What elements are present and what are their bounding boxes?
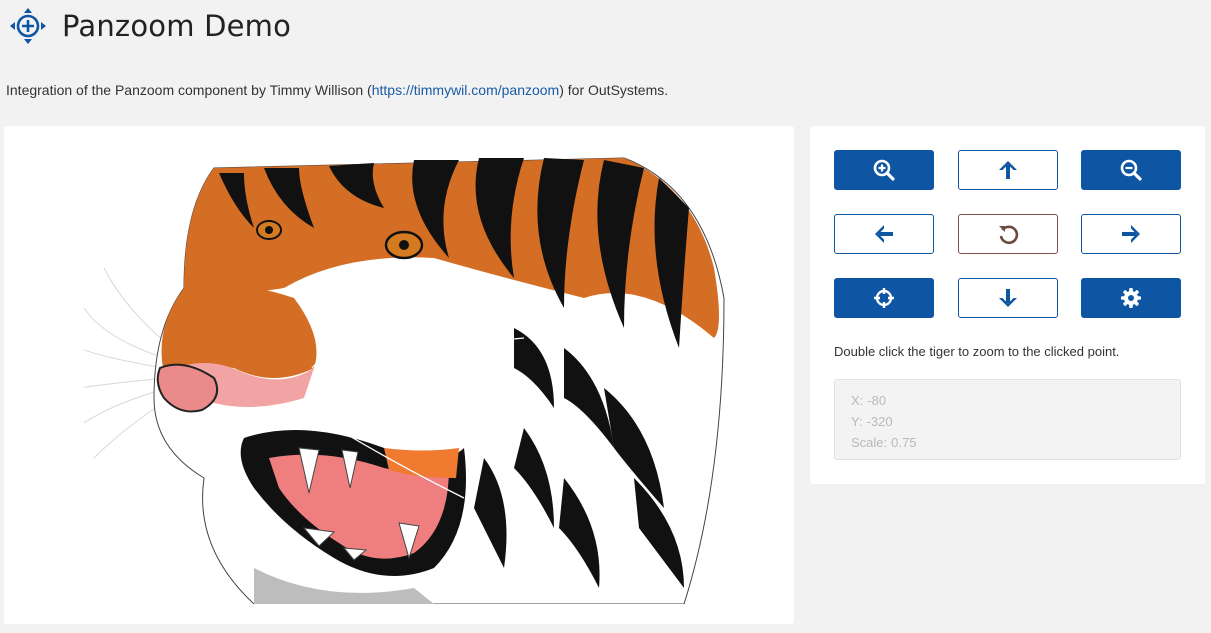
page-title: Panzoom Demo — [62, 9, 292, 43]
reset-icon — [999, 225, 1019, 245]
y-value: -320 — [866, 414, 893, 429]
zoom-in-icon — [873, 159, 895, 181]
pan-down-button[interactable] — [958, 278, 1058, 318]
scale-readout: Scale: 0.75 — [851, 432, 1164, 453]
center-button[interactable] — [834, 278, 934, 318]
y-readout: Y: -320 — [851, 411, 1164, 432]
scale-label: Scale: — [851, 435, 888, 450]
arrow-right-icon — [1122, 225, 1140, 243]
scale-value: 0.75 — [891, 435, 917, 450]
zoom-hint: Double click the tiger to zoom to the cl… — [834, 344, 1120, 359]
arrow-up-icon — [999, 161, 1017, 179]
x-readout: X: -80 — [851, 390, 1164, 411]
crosshair-icon — [874, 288, 894, 308]
intro-text-before: Integration of the Panzoom component by … — [6, 82, 372, 98]
y-label: Y: — [851, 414, 863, 429]
zoom-in-button[interactable] — [834, 150, 934, 190]
move-arrows-icon — [10, 8, 46, 44]
tiger-image[interactable] — [78, 148, 734, 605]
arrow-down-icon — [999, 289, 1017, 307]
intro-text: Integration of the Panzoom component by … — [6, 82, 668, 98]
arrow-left-icon — [875, 225, 893, 243]
pan-up-button[interactable] — [958, 150, 1058, 190]
page-header: Panzoom Demo — [8, 4, 291, 48]
settings-button[interactable] — [1081, 278, 1181, 318]
zoom-out-icon — [1120, 159, 1142, 181]
pan-right-button[interactable] — [1081, 214, 1181, 254]
x-label: X: — [851, 393, 864, 408]
reset-button[interactable] — [958, 214, 1058, 254]
position-readout: X: -80 Y: -320 Scale: 0.75 — [834, 379, 1181, 460]
intro-text-after: ) for OutSystems. — [559, 82, 669, 98]
panzoom-canvas[interactable] — [4, 126, 794, 624]
x-value: -80 — [867, 393, 887, 408]
panzoom-link[interactable]: https://timmywil.com/panzoom — [372, 82, 560, 98]
controls-panel: Double click the tiger to zoom to the cl… — [810, 126, 1205, 484]
pan-left-button[interactable] — [834, 214, 934, 254]
zoom-out-button[interactable] — [1081, 150, 1181, 190]
gear-icon — [1121, 288, 1141, 308]
